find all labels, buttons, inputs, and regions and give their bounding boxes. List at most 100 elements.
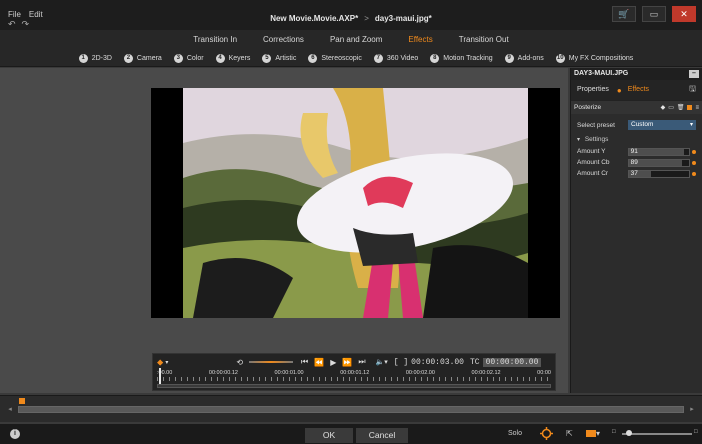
param-label: Amount Y — [577, 148, 606, 155]
diamond-icon[interactable]: ◆ — [661, 104, 666, 111]
subtab-label: Motion Tracking — [443, 54, 493, 62]
marker-icon[interactable]: ⬥ — [157, 357, 163, 368]
cart-icon[interactable]: 🛒 — [612, 6, 636, 22]
preview-area: ⬥ ▾ ⟲ ⏮ ⏪ ▶ ⏩ ⏭ 🔈▾ [ ] 00:00:03.00 TC 00… — [0, 68, 568, 393]
ok-button[interactable]: OK — [305, 428, 353, 443]
preset-label: Select preset — [577, 121, 615, 129]
speaker-icon: □ — [612, 429, 616, 435]
scroll-right-icon[interactable]: ▸ — [688, 406, 696, 414]
ruler-label: 00:00:02.12 — [471, 370, 501, 376]
param-label: Amount Cb — [577, 159, 610, 166]
volume-slider[interactable] — [622, 430, 692, 436]
keyframe-dot-icon[interactable] — [692, 149, 696, 154]
subtab-360-video[interactable]: 7 360 Video — [373, 50, 419, 66]
preset-value: Custom — [631, 121, 654, 128]
param-amount-y: Amount Y 91 — [571, 146, 702, 157]
subtab-number: 3 — [173, 53, 183, 63]
tab-transition-in[interactable]: Transition In — [193, 30, 237, 50]
target-icon[interactable] — [540, 427, 553, 440]
duration-readout: 00:00:03.00 — [411, 357, 464, 367]
close-button[interactable]: ✕ — [672, 6, 696, 22]
volume-icon[interactable]: 🔈▾ — [376, 358, 388, 366]
subtab-color[interactable]: 3 Color — [173, 50, 204, 66]
subtab-2d-3d[interactable]: 1 2D-3D — [78, 50, 112, 66]
tab-corrections[interactable]: Corrections — [263, 30, 304, 50]
tab-properties[interactable]: Properties — [571, 80, 615, 100]
ruler-ticks — [157, 377, 551, 381]
keyframe-dot-icon[interactable] — [692, 171, 696, 176]
subtab-number: 8 — [430, 53, 440, 63]
subtab-camera[interactable]: 2 Camera — [123, 50, 162, 66]
color-swatch-icon[interactable]: ▾ — [586, 429, 600, 438]
tab-transition-out[interactable]: Transition Out — [459, 30, 509, 50]
keyframe-dot-icon[interactable] — [692, 160, 696, 165]
subtab-motion-tracking[interactable]: 8 Motion Tracking — [430, 50, 493, 66]
amount-cb-slider[interactable]: 89 — [627, 158, 691, 167]
param-amount-cb: Amount Cb 89 — [571, 157, 702, 168]
timecode-field[interactable]: 00:00:00.00 — [482, 357, 542, 367]
subtab-label: 2D-3D — [91, 54, 112, 62]
subtab-number: 10 — [555, 53, 565, 63]
go-to-end-icon[interactable]: ⏭ — [358, 357, 365, 367]
subtab-number: 7 — [373, 53, 383, 63]
breadcrumb-separator: > — [364, 14, 369, 23]
loop-icon[interactable]: ⟲ — [236, 358, 243, 367]
scrub-bar[interactable] — [157, 384, 551, 388]
param-label: Amount Cr — [577, 170, 609, 177]
step-forward-icon[interactable]: ⏩ — [342, 358, 352, 367]
effect-category-tabs: 1 2D-3D 2 Camera 3 Color 4 Keyers 5 Artistic … — [0, 50, 702, 67]
subtab-label: 360 Video — [386, 54, 419, 62]
amount-y-slider[interactable]: 91 — [627, 147, 691, 156]
keyframe-icon[interactable]: ▭ — [668, 104, 674, 111]
tab-panel-effects[interactable]: Effects — [622, 80, 655, 100]
expand-triangle-icon: ▾ — [577, 137, 581, 143]
tab-pan-and-zoom[interactable]: Pan and Zoom — [330, 30, 382, 50]
go-to-start-icon[interactable]: ⏮ — [301, 357, 308, 367]
preset-select[interactable]: Custom ▾ — [628, 120, 696, 130]
speaker-full-icon: □ — [694, 429, 698, 435]
param-amount-cr: Amount Cr 37 — [571, 168, 702, 179]
subtab-artistic[interactable]: 5 Artistic — [262, 50, 296, 66]
bottom-bar: i OK Cancel Solo ⇱ ▾ □ □ — [0, 424, 702, 444]
subtab-keyers[interactable]: 4 Keyers — [215, 50, 250, 66]
amount-cr-slider[interactable]: 37 — [627, 169, 691, 178]
time-ruler[interactable]: :00.00 00:00:00.12 00:00:01.00 00:00:01.… — [157, 370, 551, 382]
subtab-add-ons[interactable]: 9 Add-ons — [504, 50, 544, 66]
tab-effects[interactable]: Effects — [408, 30, 432, 50]
chevron-down-icon[interactable]: ▾ — [165, 359, 168, 366]
menu-icon[interactable]: ≡ — [695, 105, 699, 111]
video-preview[interactable] — [151, 88, 560, 318]
volume-knob[interactable] — [626, 430, 632, 436]
panel-title: DAY3-MAUI.JPG — [574, 70, 629, 77]
solo-label[interactable]: Solo — [508, 430, 522, 437]
cancel-button[interactable]: Cancel — [356, 428, 408, 443]
settings-header[interactable]: ▾ Settings — [571, 134, 702, 146]
orange-square-icon[interactable] — [687, 105, 693, 110]
timeline-bar[interactable] — [18, 406, 684, 413]
timeline-marker[interactable] — [19, 398, 25, 404]
scroll-left-icon[interactable]: ◂ — [6, 406, 14, 414]
export-icon[interactable]: ⇱ — [566, 429, 573, 438]
info-icon[interactable]: i — [10, 429, 20, 439]
ruler-label: 00:00 — [537, 370, 551, 376]
play-icon[interactable]: ▶ — [330, 358, 336, 367]
subtab-number: 6 — [308, 53, 318, 63]
document-title: New Movie.Movie.AXP* > day3-maui.jpg* — [0, 14, 702, 23]
window-controls: 🛒 ▭ ✕ — [612, 6, 696, 22]
effect-header[interactable]: Posterize ◆ ▭ 🗑 ≡ — [571, 100, 702, 114]
step-back-icon[interactable]: ⏪ — [314, 358, 324, 367]
collapse-icon[interactable]: – — [689, 70, 699, 78]
ruler-label: 00:00:02.00 — [405, 370, 435, 376]
project-name: New Movie.Movie.AXP* — [270, 14, 359, 23]
shuttle-slider[interactable] — [249, 361, 294, 363]
subtab-my-fx-compositions[interactable]: 10 My FX Compositions — [555, 50, 633, 66]
subtab-number: 9 — [504, 53, 514, 63]
trash-icon[interactable]: 🗑 — [677, 104, 685, 111]
save-icon[interactable]: 🖫 — [689, 83, 696, 97]
transport-controls: ⬥ ▾ ⟲ ⏮ ⏪ ▶ ⏩ ⏭ 🔈▾ [ ] 00:00:03.00 TC 00… — [152, 353, 556, 391]
subtab-stereoscopic[interactable]: 6 Stereoscopic — [308, 50, 362, 66]
chevron-down-icon: ▾ — [689, 122, 693, 128]
subtab-label: Stereoscopic — [321, 54, 362, 62]
subtab-number: 4 — [215, 53, 225, 63]
maximize-button[interactable]: ▭ — [642, 6, 666, 22]
